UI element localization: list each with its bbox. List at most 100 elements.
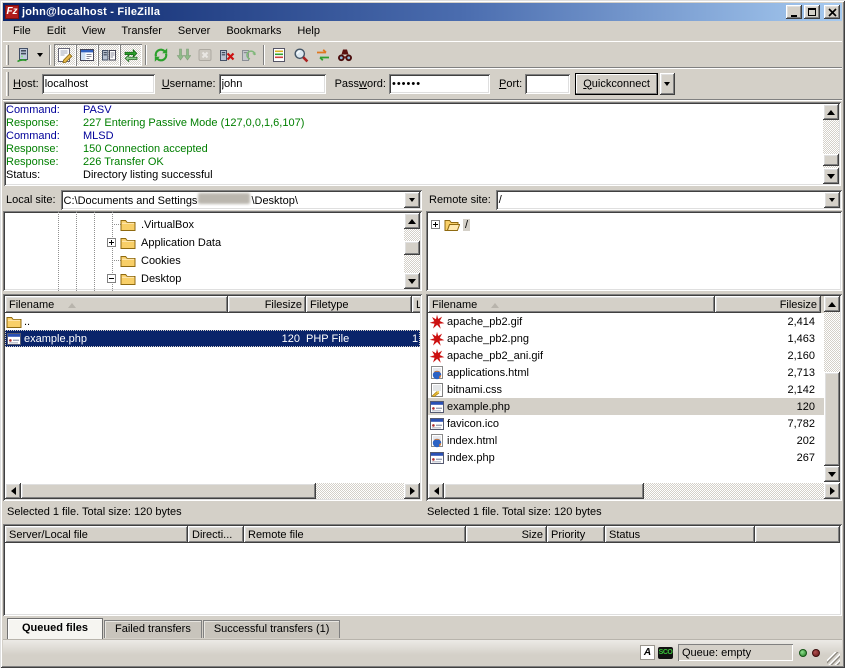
sort-ascending-icon [68, 299, 76, 308]
queue-column-remote-file[interactable]: Remote file [244, 526, 466, 543]
scroll-up-button[interactable] [824, 296, 840, 312]
queue-column-status[interactable]: Status [605, 526, 755, 543]
scroll-down-button[interactable] [404, 273, 420, 289]
file-row-example-php[interactable]: example.php120PHP File1 [5, 330, 420, 347]
tree-item-cookies[interactable]: Cookies [107, 252, 183, 269]
file-row--[interactable]: .. [5, 313, 420, 330]
log-scrollbar[interactable] [823, 104, 839, 184]
tree-item-application-data[interactable]: Application Data [107, 234, 223, 251]
scroll-thumb[interactable] [21, 483, 316, 499]
tab-successful-transfers-1-[interactable]: Successful transfers (1) [203, 620, 341, 638]
site-manager-dropdown[interactable] [34, 44, 46, 66]
host-input[interactable] [42, 74, 155, 94]
column-header-filename[interactable]: Filename [428, 296, 715, 313]
resize-grip[interactable] [827, 652, 840, 665]
combo-dropdown-button[interactable] [404, 192, 420, 208]
menu-view[interactable]: View [74, 23, 114, 40]
remote-path-combo[interactable]: / [496, 190, 842, 210]
synchronized-browsing-button[interactable] [312, 44, 334, 66]
collapse-icon[interactable] [107, 274, 116, 283]
menu-server[interactable]: Server [170, 23, 218, 40]
file-row-applications-html[interactable]: applications.html2,713 [428, 364, 824, 381]
file-row-bitnami-css[interactable]: bitnami.css2,142 [428, 381, 824, 398]
queue-column-priority[interactable]: Priority [547, 526, 605, 543]
tab-failed-transfers[interactable]: Failed transfers [104, 620, 202, 638]
scroll-up-button[interactable] [823, 104, 839, 120]
remote-vscrollbar[interactable] [824, 296, 840, 482]
tab-queued-files[interactable]: Queued files [7, 618, 103, 639]
menu-file[interactable]: File [5, 23, 39, 40]
scroll-thumb[interactable] [444, 483, 644, 499]
find-files-button[interactable] [334, 44, 356, 66]
column-header-filename[interactable]: Filename [5, 296, 228, 313]
log-line: Command:PASV [6, 104, 841, 117]
local-tree-scrollbar[interactable] [404, 213, 420, 289]
queue-column-size[interactable]: Size [466, 526, 547, 543]
toolbar-grip[interactable] [6, 45, 9, 65]
file-row-apache_pb2_ani-gif[interactable]: apache_pb2_ani.gif2,160 [428, 347, 824, 364]
local-hscrollbar[interactable] [5, 483, 420, 499]
scroll-thumb[interactable] [404, 241, 420, 255]
toggle-message-log-button[interactable] [54, 44, 76, 66]
password-input[interactable] [389, 74, 490, 94]
username-input[interactable] [219, 74, 326, 94]
minimize-button[interactable] [786, 5, 802, 19]
scroll-right-button[interactable] [824, 483, 840, 499]
refresh-button[interactable] [150, 44, 172, 66]
quickconnect-grip[interactable] [6, 72, 9, 96]
maximize-button[interactable] [804, 5, 820, 19]
toggle-local-tree-button[interactable] [76, 44, 98, 66]
folder-icon [120, 271, 136, 287]
reconnect-button[interactable] [238, 44, 260, 66]
combo-dropdown-button[interactable] [824, 192, 840, 208]
log-line: Status:Directory listing successful [6, 169, 841, 182]
directory-comparison-button[interactable] [290, 44, 312, 66]
local-file-list: FilenameFilesizeFiletypeL ..example.php1… [3, 294, 422, 501]
scroll-thumb[interactable] [824, 372, 840, 466]
file-row-index-php[interactable]: index.php267 [428, 449, 824, 466]
menu-bookmarks[interactable]: Bookmarks [218, 23, 289, 40]
file-row-example-php[interactable]: example.php120 [428, 398, 824, 415]
menu-help[interactable]: Help [289, 23, 328, 40]
quickconnect-button[interactable]: Quickconnect [575, 73, 658, 95]
cancel-operation-button[interactable] [194, 44, 216, 66]
menu-edit[interactable]: Edit [39, 23, 74, 40]
quickconnect-dropdown[interactable] [660, 73, 675, 95]
disconnect-button[interactable] [216, 44, 238, 66]
menu-transfer[interactable]: Transfer [113, 23, 170, 40]
file-row-apache_pb2-png[interactable]: apache_pb2.png1,463 [428, 330, 824, 347]
toggle-transfer-queue-button[interactable] [120, 44, 142, 66]
red-led-indicator [812, 649, 820, 657]
directory-listing-filters-button[interactable] [268, 44, 290, 66]
queue-column-server-local-file[interactable]: Server/Local file [5, 526, 188, 543]
scroll-thumb[interactable] [823, 154, 839, 166]
tree-item-desktop[interactable]: Desktop [107, 270, 183, 287]
filesize: 120 [715, 401, 821, 413]
column-header-filetype[interactable]: Filetype [306, 296, 412, 313]
column-header-filesize[interactable]: Filesize [228, 296, 306, 313]
close-button[interactable] [824, 5, 840, 19]
site-manager-button[interactable] [12, 44, 34, 66]
local-path-combo[interactable]: C:\Documents and Settings\Desktop\ [61, 190, 422, 210]
process-queue-button[interactable] [172, 44, 194, 66]
scroll-right-button[interactable] [404, 483, 420, 499]
port-input[interactable] [525, 74, 570, 94]
expand-icon[interactable] [107, 238, 116, 247]
scroll-down-button[interactable] [823, 168, 839, 184]
file-row-apache_pb2-gif[interactable]: apache_pb2.gif2,414 [428, 313, 824, 330]
scroll-left-button[interactable] [5, 483, 21, 499]
remote-hscrollbar[interactable] [428, 483, 840, 499]
column-header-l[interactable]: L [412, 296, 420, 313]
file-row-favicon-ico[interactable]: favicon.ico7,782 [428, 415, 824, 432]
scroll-down-button[interactable] [824, 466, 840, 482]
queue-column-directi-[interactable]: Directi... [188, 526, 244, 543]
toggle-remote-tree-button[interactable] [98, 44, 120, 66]
expand-icon[interactable] [431, 220, 440, 229]
file-row-index-html[interactable]: index.html202 [428, 432, 824, 449]
quickconnect-bar: Host: Username: Password: Port: Quickcon… [3, 67, 842, 99]
column-header-filesize[interactable]: Filesize [715, 296, 821, 313]
tree-item-root[interactable]: / [431, 216, 470, 233]
scroll-left-button[interactable] [428, 483, 444, 499]
tree-item--virtualbox[interactable]: .VirtualBox [107, 216, 196, 233]
scroll-up-button[interactable] [404, 213, 420, 229]
